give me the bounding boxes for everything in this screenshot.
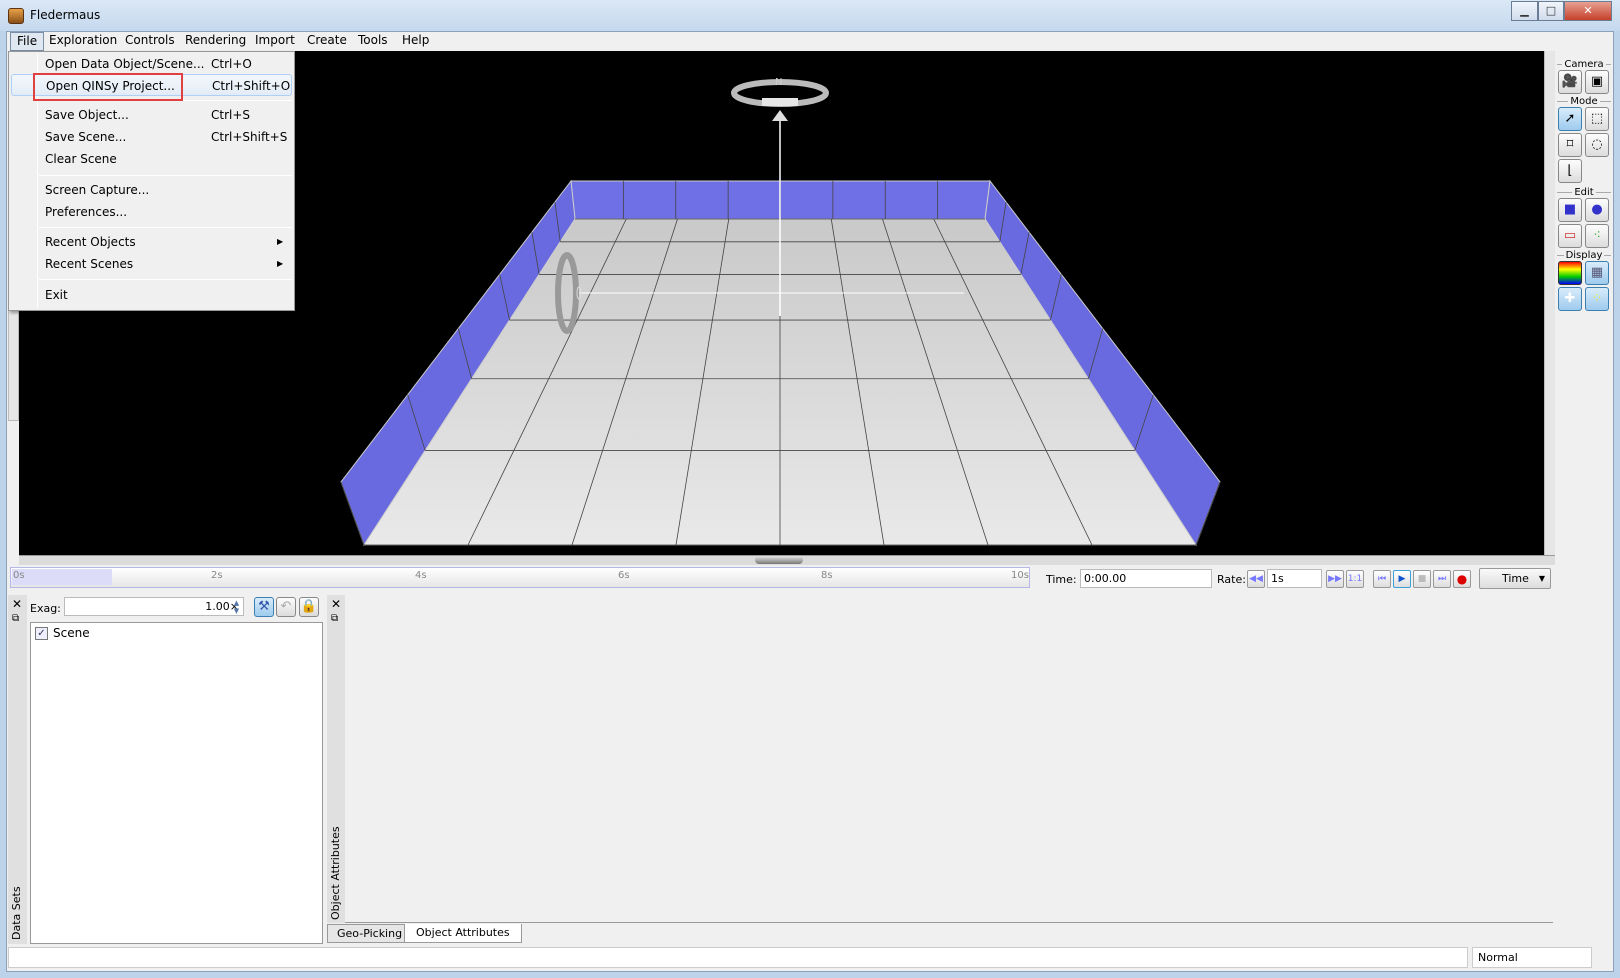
scene-checkbox[interactable]: ✓ [35, 627, 48, 640]
close-icon[interactable]: ✕ [12, 597, 22, 611]
float-icon[interactable]: ⧉ [12, 613, 19, 624]
attributes-panel-title: Object Attributes [329, 826, 342, 920]
maximize-button[interactable]: □ [1538, 1, 1564, 21]
rate-reset-button[interactable]: 1:1 [1346, 570, 1364, 588]
menu-item-open-data-object[interactable]: Open Data Object/Scene... Ctrl+O [11, 53, 292, 75]
datasets-panel-title: Data Sets [10, 886, 23, 940]
undo-icon[interactable]: ↶ [276, 597, 296, 617]
window-title: Fledermaus [30, 8, 101, 22]
measure-icon[interactable]: ⌊ [1558, 159, 1582, 183]
float-icon[interactable]: ⧉ [331, 613, 338, 624]
minimize-button[interactable]: ▁ [1511, 1, 1538, 21]
tab-geo-picking[interactable]: Geo-Picking [327, 924, 413, 943]
close-button[interactable]: ✕ [1564, 1, 1612, 21]
record-button[interactable]: ● [1453, 570, 1471, 588]
exag-label: Exag: [30, 602, 61, 615]
menu-item-screen-capture[interactable]: Screen Capture... [11, 179, 292, 201]
menu-help[interactable]: Help [396, 32, 435, 51]
time-mode-value: Time [1502, 572, 1529, 585]
move-object-icon[interactable]: ■ [1558, 198, 1582, 222]
menu-file[interactable]: File [10, 32, 45, 51]
title-bar: Fledermaus ▁ □ ✕ [0, 0, 1620, 31]
tick-label: 10s [1011, 570, 1029, 581]
time-input[interactable]: 0:00.00 [1080, 569, 1212, 588]
rate-label: Rate: [1217, 573, 1246, 586]
surface-display-icon[interactable]: ▦ [1585, 261, 1609, 285]
tab-divider [345, 922, 1553, 923]
close-icon[interactable]: ✕ [331, 597, 341, 611]
rate-decrease-button[interactable]: ◀◀ [1247, 570, 1265, 588]
tick-label: 2s [211, 570, 223, 581]
tick-label: 0s [13, 570, 25, 581]
menu-exploration[interactable]: Exploration [43, 32, 123, 51]
play-button[interactable]: ▶ [1393, 570, 1411, 588]
datasets-tree: ✓ Scene [30, 622, 323, 944]
stop-button[interactable]: ■ [1413, 570, 1431, 588]
hammer-icon[interactable]: ⚒ [254, 597, 274, 617]
select-arrow-icon[interactable]: ➚ [1558, 107, 1582, 131]
rect-select-icon[interactable]: ⬚ [1585, 107, 1609, 131]
tab-object-attributes[interactable]: Object Attributes [404, 924, 522, 943]
menu-item-save-object[interactable]: Save Object... Ctrl+S [11, 104, 292, 126]
highlight-annotation [33, 73, 183, 101]
menu-item-exit[interactable]: Exit [11, 284, 292, 306]
points-edit-icon[interactable]: ⁖ [1585, 224, 1609, 248]
point-cloud-icon[interactable]: ⁘ [1585, 287, 1609, 311]
lock-icon[interactable]: 🔒 [299, 597, 319, 617]
submenu-arrow-icon: ▶ [277, 237, 284, 246]
rate-increase-button[interactable]: ▶▶ [1326, 570, 1344, 588]
menu-item-recent-objects[interactable]: Recent Objects ▶ [11, 231, 292, 253]
attributes-dock-strip: ✕ ⧉ Object Attributes [327, 595, 345, 923]
skip-start-button[interactable]: ⏮ [1373, 570, 1391, 588]
exag-input[interactable]: 1.00× [64, 597, 244, 616]
tool-palette: Camera 🎥 ▣ Mode ➚ ⬚ ⌑ ◌ ⌊ Edit ■ ● ▭ ⁖ D… [1555, 52, 1613, 312]
timeline-slider[interactable]: 0s 2s 4s 6s 8s 10s [10, 567, 1030, 588]
axes-icon[interactable]: ✚ [1558, 287, 1582, 311]
skip-end-button[interactable]: ⏭ [1433, 570, 1451, 588]
status-mode: Normal [1472, 947, 1592, 968]
compass-ring: N [731, 77, 829, 121]
camera-icon[interactable]: 🎥 [1558, 70, 1582, 94]
menu-item-save-scene[interactable]: Save Scene... Ctrl+Shift+S [11, 126, 292, 148]
horizontal-scroll-thumb[interactable] [755, 556, 803, 564]
camera-target-icon[interactable]: ▣ [1585, 70, 1609, 94]
datasets-dock-strip: ✕ ⧉ Data Sets [8, 595, 27, 944]
exag-stepper[interactable]: ▲ ▼ [230, 599, 243, 615]
polygon-select-icon[interactable]: ⌑ [1558, 133, 1582, 157]
menu-item-preferences[interactable]: Preferences... [11, 201, 292, 223]
menu-create[interactable]: Create [301, 32, 353, 51]
status-bar [8, 947, 1468, 968]
colormap-icon[interactable] [1558, 261, 1582, 285]
menu-import[interactable]: Import [249, 32, 301, 51]
rotate-object-icon[interactable]: ● [1585, 198, 1609, 222]
timeline-progress [12, 569, 112, 585]
compass-north-label: N [775, 77, 782, 88]
rate-input[interactable]: 1s [1267, 569, 1322, 588]
submenu-arrow-icon: ▶ [277, 259, 284, 268]
menu-item-clear-scene[interactable]: Clear Scene [11, 148, 292, 170]
menu-bar: File Exploration Controls Rendering Impo… [7, 32, 1613, 51]
lasso-select-icon[interactable]: ◌ [1585, 133, 1609, 157]
scene-tree-item[interactable]: Scene [53, 626, 90, 640]
menu-rendering[interactable]: Rendering [179, 32, 252, 51]
time-label: Time: [1046, 573, 1077, 586]
menu-tools[interactable]: Tools [352, 32, 394, 51]
tick-label: 4s [415, 570, 427, 581]
chevron-down-icon: ▼ [1538, 574, 1545, 583]
app-icon [8, 8, 24, 24]
right-scrollbar[interactable] [1544, 51, 1555, 555]
time-mode-select[interactable]: Time ▼ [1479, 568, 1551, 589]
menu-controls[interactable]: Controls [119, 32, 181, 51]
tick-label: 6s [618, 570, 630, 581]
tick-label: 8s [821, 570, 833, 581]
menu-item-recent-scenes[interactable]: Recent Scenes ▶ [11, 253, 292, 275]
bounding-box-icon[interactable]: ▭ [1558, 224, 1582, 248]
